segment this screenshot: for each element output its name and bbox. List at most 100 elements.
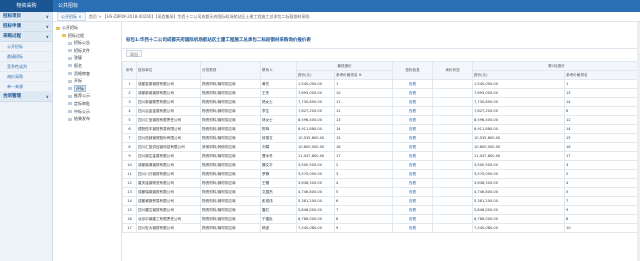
tree-node[interactable]: 报名 (53, 62, 121, 70)
sidebar-group[interactable]: 招标申请 ∨ (0, 22, 52, 32)
tree-node[interactable]: 结果发布 (53, 115, 121, 123)
cell-status (432, 205, 473, 215)
cell-first-rank: 13 (334, 115, 393, 125)
view-link[interactable]: 查看 (409, 172, 416, 176)
sidebar-group[interactable]: 采购过程 ∨ (0, 32, 52, 42)
sidebar-group[interactable]: 招标项目 ∨ (0, 12, 52, 22)
cell-bid-info: 查看 (392, 187, 433, 197)
table-row: 10 成都钢源钢铁有限公司 物资材料/钢材供应商 魏文平 3,500,500.00 2 查看… (122, 160, 640, 170)
file-icon (68, 87, 72, 91)
cell-seq: 4 (122, 106, 137, 116)
view-link[interactable]: 查看 (409, 100, 416, 104)
cell-second-price: 8,596,400.00 (472, 115, 565, 125)
table-row: 17 四川宏大钢铁有限公司 物资材料/钢材供应商 杨波 7,540,080.00 9 查看 7… (122, 223, 640, 233)
header-bid-info: 投标信息 (392, 61, 433, 80)
chevron-down-icon: ∨ (45, 14, 49, 19)
tree-node[interactable]: 招标过程 (53, 32, 121, 40)
cell-category: 物资材料/钢材供应商 (200, 88, 261, 98)
header-first-rank[interactable]: 参考价格排名 ⊕ (334, 70, 393, 80)
cell-second-price: 10,535,800.00 (472, 133, 565, 143)
view-link[interactable]: 查看 (409, 127, 416, 131)
cell-seq: 15 (122, 205, 137, 215)
view-link[interactable]: 查看 (409, 208, 416, 212)
cell-bid-info: 查看 (392, 124, 433, 134)
view-link[interactable]: 查看 (409, 145, 416, 149)
cell-category: 物资材料/钢材供应商 (200, 205, 261, 215)
sidebar-item[interactable]: 单一来源 (0, 82, 52, 92)
tree-node[interactable]: 招标文件 (53, 47, 121, 55)
tree-node-label: 招标文件 (74, 47, 90, 53)
cell-first-rank: 14 (334, 124, 393, 134)
tree-node-label: 资格审查 (74, 70, 90, 76)
export-button[interactable]: 导出 (126, 50, 142, 57)
view-link[interactable]: 查看 (409, 190, 416, 194)
view-link[interactable]: 查看 (409, 163, 416, 167)
view-link[interactable]: 查看 (409, 136, 416, 140)
cell-second-rank: 6 (563, 106, 640, 116)
cell-seq: 6 (122, 124, 137, 134)
cell-status (432, 151, 473, 161)
cell-status (432, 133, 473, 143)
sidebar-item[interactable]: 竞争性谈判 (0, 62, 52, 72)
tree-node[interactable]: 推荐公示 (53, 92, 121, 100)
cell-bidder: 北京中钢建工有限责任公司 (136, 214, 201, 224)
tree-node[interactable]: 定标审批 (53, 100, 121, 108)
cell-contact: 罗静 (260, 169, 297, 179)
view-link[interactable]: 查看 (409, 226, 416, 230)
file-icon (68, 64, 72, 68)
tree-node[interactable]: 资格审查 (53, 70, 121, 78)
app-brand: 物资采购 (0, 0, 53, 12)
cell-second-rank: 7 (563, 196, 640, 206)
table-row: 16 北京中钢建工有限责任公司 物资材料/钢材供应商 于建民 6,786,000.00 8… (122, 214, 640, 224)
cell-category: 物资材料/钢材供应商 (200, 106, 261, 116)
tree-node-label: 开标 (74, 78, 82, 84)
sidebar-item[interactable]: 公开招标 (0, 42, 52, 52)
page-title: 标包1:华西十二公司成都天府国际机场航站区土建工程施工总承包二标段钢材采购询价报… (122, 33, 640, 49)
tree-node[interactable]: 评标 (53, 84, 121, 93)
table-row: 9 四川钢达金属有限公司 物资材料/钢材供应商 曹冰冬 11,047,800.00 17 查… (122, 151, 640, 161)
tree-node[interactable]: 公开招标 (53, 24, 121, 32)
view-link[interactable]: 查看 (409, 91, 416, 95)
cell-first-price: 8,911,880.00 (296, 124, 335, 134)
cell-second-price: 6,786,000.00 (472, 214, 565, 224)
cell-first-rank: 6 (334, 196, 393, 206)
cell-first-price: 3,570,000.00 (296, 169, 335, 179)
sidebar-item[interactable]: 询价采购 (0, 72, 52, 82)
cell-category: 物资材料/钢材供应商 (200, 124, 261, 134)
view-link[interactable]: 查看 (409, 109, 416, 113)
view-link[interactable]: 查看 (409, 82, 416, 86)
cell-first-price: 4,746,800.00 (296, 187, 335, 197)
view-link[interactable]: 查看 (409, 118, 416, 122)
cell-second-price: 3,570,000.00 (472, 169, 565, 179)
cell-bidder: 四川耀达钢铁有限公司 (136, 205, 201, 215)
cell-contact: 王冬 (260, 88, 297, 98)
view-link[interactable]: 查看 (409, 217, 416, 221)
cell-status (432, 187, 473, 197)
view-link[interactable]: 查看 (409, 199, 416, 203)
tab-public-tender[interactable]: 公开招标 × (57, 12, 86, 21)
cell-contact: 王耀 (260, 178, 297, 188)
cell-category: 物资材料/钢材供应商 (200, 196, 261, 206)
tree-node[interactable]: 中标公示 (53, 108, 121, 116)
cell-first-price: 3,638,500.00 (296, 178, 335, 188)
breadcrumb: 公开招标 × 首页 > 【HS-ZBRW-2018-00260】【采西集采】华西… (53, 12, 640, 22)
view-link[interactable]: 查看 (409, 181, 416, 185)
tree-node-label: 评标 (74, 84, 86, 92)
cell-bidder: 成都威钢贸易有限公司 (136, 196, 201, 206)
table-row: 1 成都富丽钢铁有限公司 物资材料/钢材供应商 黄先 1,540,000.00 1 查看 1,… (122, 79, 640, 89)
tree-node[interactable]: 开标 (53, 77, 121, 85)
cell-first-rank: 17 (334, 151, 393, 161)
cell-first-price: 1,540,000.00 (296, 79, 335, 89)
file-icon (68, 117, 72, 121)
tree-node[interactable]: 答疑 (53, 54, 121, 62)
cell-contact: 文国杰 (260, 187, 297, 197)
top-nav-item[interactable]: 公共招标 (58, 0, 78, 12)
cell-status (432, 160, 473, 170)
cell-bid-info: 查看 (392, 169, 433, 179)
view-link[interactable]: 查看 (409, 154, 416, 158)
cell-bid-info: 查看 (392, 97, 433, 107)
sidebar-item[interactable]: 邀请招标 (0, 52, 52, 62)
tree-node[interactable]: 招标公告 (53, 39, 121, 47)
cell-bid-info: 查看 (392, 88, 433, 98)
sidebar-group[interactable]: 合同管理 ∨ (0, 92, 52, 102)
